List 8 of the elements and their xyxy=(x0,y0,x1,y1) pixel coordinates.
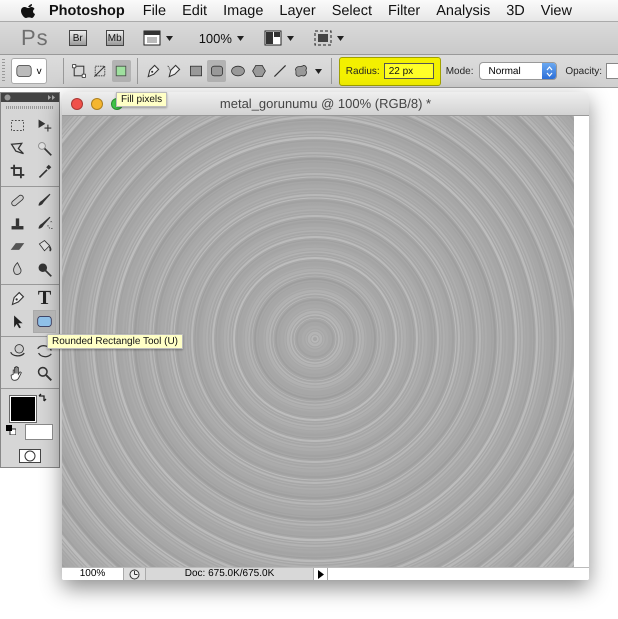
mode-label: Mode: xyxy=(446,66,474,76)
document-size-info: Doc: 675.0K/675.0K xyxy=(146,568,314,580)
tooltip: Rounded Rectangle Tool (U) xyxy=(47,334,184,349)
tooltip: Fill pixels xyxy=(116,92,168,107)
opacity-label: Opacity: xyxy=(565,66,602,76)
document-title: metal_gorunumu @ 100% (RGB/8) * xyxy=(220,96,432,111)
radius-label: Radius: xyxy=(346,66,380,76)
app-logo: Ps xyxy=(21,25,49,51)
